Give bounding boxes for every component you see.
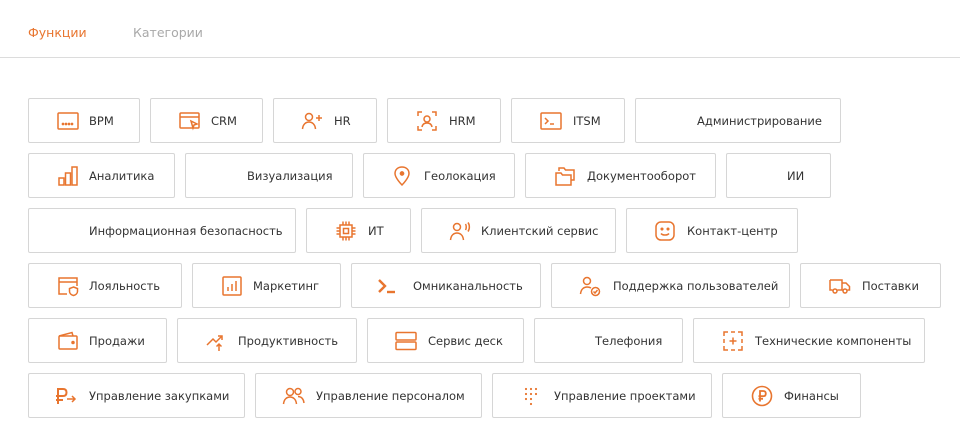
users-icon	[282, 384, 306, 408]
chip-personnel-management[interactable]: Управление персоналом	[255, 373, 482, 418]
dot-grid-icon	[519, 384, 543, 408]
chip-label: Омниканальность	[413, 279, 523, 293]
chip-label: Управление проектами	[554, 389, 696, 403]
chip-label: ИИ	[787, 169, 805, 183]
chip-loyalty[interactable]: Лояльность	[28, 263, 182, 308]
chip-label: ITSM	[573, 114, 601, 128]
chip-label: HR	[334, 114, 351, 128]
chip-user-support[interactable]: Поддержка пользователей	[551, 263, 790, 308]
chip-service-desk[interactable]: Сервис деск	[367, 318, 524, 363]
chip-label: Маркетинг	[253, 279, 320, 293]
chip-ai[interactable]: ИИ	[726, 153, 831, 198]
smile-icon	[653, 219, 677, 243]
chip-productivity[interactable]: Продуктивность	[177, 318, 357, 363]
chip-project-management[interactable]: Управление проектами	[492, 373, 712, 418]
chip-document-flow[interactable]: Документооборот	[525, 153, 716, 198]
ruble-coin-icon	[750, 384, 774, 408]
chip-label: Информационная безопасность	[89, 224, 283, 238]
chip-label: Управление персоналом	[316, 389, 465, 403]
chip-analytics[interactable]: Аналитика	[28, 153, 175, 198]
browser-cursor-icon	[178, 109, 202, 133]
chip-contact-center[interactable]: Контакт-центр	[626, 208, 798, 253]
user-voice-icon	[448, 219, 472, 243]
truck-icon	[828, 274, 852, 298]
user-focus-icon	[415, 109, 439, 133]
chip-icon	[334, 219, 358, 243]
chip-label: Поставки	[862, 279, 919, 293]
chip-label: Лояльность	[89, 279, 161, 293]
function-chips: BPM CRM HR HRM ITSM Администрирование Ан…	[0, 0, 960, 434]
server-icon	[394, 329, 418, 353]
user-add-icon	[300, 109, 324, 133]
chip-label: ИТ	[368, 224, 384, 238]
chip-label: Финансы	[784, 389, 839, 403]
dashed-plus-icon	[721, 329, 745, 353]
chip-visualization[interactable]: Визуализация	[185, 153, 353, 198]
map-pin-icon	[390, 164, 414, 188]
chip-label: Администрирование	[697, 114, 822, 128]
chip-hr[interactable]: HR	[273, 98, 377, 143]
chip-label: Аналитика	[89, 169, 155, 183]
chip-technical-components[interactable]: Технические компоненты	[693, 318, 925, 363]
chip-supplies[interactable]: Поставки	[800, 263, 941, 308]
chip-label: Телефония	[595, 334, 663, 348]
chip-geolocation[interactable]: Геолокация	[363, 153, 515, 198]
chip-label: BPM	[89, 114, 114, 128]
terminal-box-icon	[539, 109, 563, 133]
ruble-arrow-icon	[53, 384, 77, 408]
chip-itsm[interactable]: ITSM	[511, 98, 625, 143]
chip-hrm[interactable]: HRM	[387, 98, 501, 143]
chip-label: Продажи	[89, 334, 145, 348]
user-check-icon	[578, 274, 602, 298]
browser-shield-icon	[56, 274, 80, 298]
dots-window-icon	[56, 109, 80, 133]
chip-label: Управление закупками	[89, 389, 230, 403]
chip-omnichannel[interactable]: Омниканальность	[351, 263, 541, 308]
chip-finance[interactable]: Финансы	[722, 373, 861, 418]
chip-it[interactable]: ИТ	[306, 208, 411, 253]
chip-label: Визуализация	[247, 169, 333, 183]
chip-label: Клиентский сервис	[481, 224, 599, 238]
chip-sales[interactable]: Продажи	[28, 318, 167, 363]
chip-label: Сервис деск	[428, 334, 503, 348]
chip-label: Поддержка пользователей	[613, 279, 779, 293]
bar-chart-icon	[56, 164, 80, 188]
chip-label: HRM	[449, 114, 476, 128]
trend-up-icon	[204, 329, 228, 353]
chart-box-icon	[220, 274, 244, 298]
chip-administration[interactable]: Администрирование	[635, 98, 841, 143]
chip-label: CRM	[211, 114, 237, 128]
chip-label: Документооборот	[587, 169, 696, 183]
folders-icon	[553, 164, 577, 188]
chip-procurement-management[interactable]: Управление закупками	[28, 373, 245, 418]
chip-bpm[interactable]: BPM	[28, 98, 140, 143]
chip-label: Контакт-центр	[687, 224, 778, 238]
terminal-prompt-icon	[375, 274, 399, 298]
chip-marketing[interactable]: Маркетинг	[192, 263, 341, 308]
chip-customer-service[interactable]: Клиентский сервис	[421, 208, 616, 253]
chip-label: Геолокация	[424, 169, 496, 183]
chip-crm[interactable]: CRM	[150, 98, 263, 143]
chip-label: Продуктивность	[238, 334, 338, 348]
chip-label: Технические компоненты	[755, 334, 912, 348]
wallet-icon	[56, 329, 80, 353]
chip-information-security[interactable]: Информационная безопасность	[28, 208, 296, 253]
chip-telephony[interactable]: Телефония	[534, 318, 683, 363]
